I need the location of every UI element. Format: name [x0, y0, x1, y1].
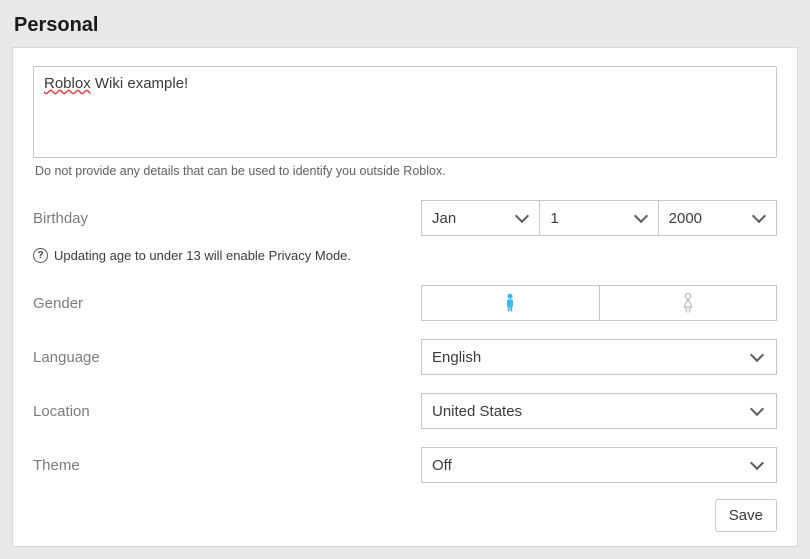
- chevron-down-icon: [752, 209, 766, 223]
- chevron-down-icon: [515, 209, 529, 223]
- birthday-month-select[interactable]: Jan: [421, 200, 540, 236]
- save-button[interactable]: Save: [715, 499, 777, 532]
- help-icon[interactable]: ?: [33, 248, 48, 263]
- language-label: Language: [33, 349, 421, 366]
- birthday-day-value: 1: [550, 210, 558, 227]
- birthday-year-value: 2000: [669, 210, 702, 227]
- description-hint: Do not provide any details that can be u…: [35, 164, 775, 178]
- birthday-year-select[interactable]: 2000: [659, 200, 777, 236]
- birthday-label: Birthday: [33, 210, 421, 227]
- female-icon: [680, 293, 696, 313]
- location-select[interactable]: United States: [421, 393, 777, 429]
- personal-panel: Roblox Wiki example! Do not provide any …: [12, 47, 798, 547]
- language-select[interactable]: English: [421, 339, 777, 375]
- birthday-month-value: Jan: [432, 210, 456, 227]
- location-label: Location: [33, 403, 421, 420]
- male-icon: [502, 293, 518, 313]
- gender-option-male[interactable]: [421, 285, 600, 321]
- chevron-down-icon: [634, 209, 648, 223]
- gender-label: Gender: [33, 295, 421, 312]
- chevron-down-icon: [750, 402, 764, 416]
- chevron-down-icon: [750, 348, 764, 362]
- theme-select[interactable]: Off: [421, 447, 777, 483]
- theme-value: Off: [432, 457, 452, 474]
- gender-option-female[interactable]: [600, 285, 778, 321]
- birthday-day-select[interactable]: 1: [540, 200, 658, 236]
- location-value: United States: [432, 403, 522, 420]
- chevron-down-icon: [750, 456, 764, 470]
- theme-label: Theme: [33, 457, 421, 474]
- language-value: English: [432, 349, 481, 366]
- birthday-note: Updating age to under 13 will enable Pri…: [54, 248, 351, 263]
- section-title: Personal: [14, 14, 798, 37]
- description-input[interactable]: Roblox Wiki example!: [33, 66, 777, 158]
